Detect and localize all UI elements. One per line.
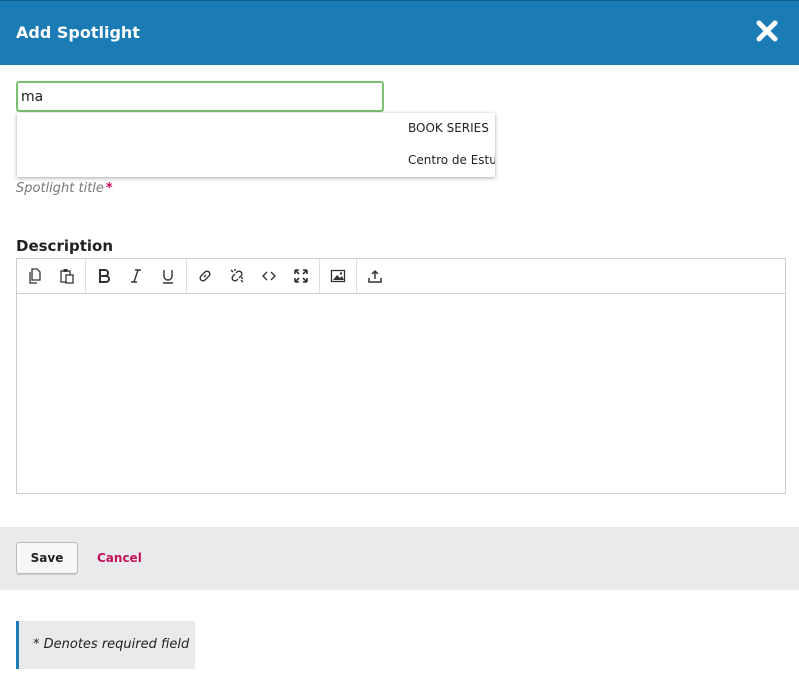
spotlight-title-field[interactable] (16, 81, 384, 112)
dialog-title: Add Spotlight (16, 23, 140, 42)
editor-content-area[interactable] (17, 294, 785, 493)
cancel-link[interactable]: Cancel (97, 551, 142, 565)
save-button[interactable]: Save (16, 542, 78, 574)
editor-toolbar (17, 259, 785, 294)
link-group (187, 259, 320, 293)
autocomplete-dropdown: BOOK SERIES Centro de Estuc (17, 113, 495, 177)
unlink-icon[interactable] (221, 259, 253, 293)
autocomplete-option[interactable]: Centro de Estuc (408, 153, 495, 167)
italic-icon[interactable] (120, 259, 152, 293)
spotlight-title-label: Spotlight title * (16, 181, 113, 196)
spotlight-title-input[interactable] (18, 83, 382, 110)
image-icon[interactable] (322, 259, 354, 293)
description-editor (16, 258, 786, 494)
dialog-footer: Save Cancel (0, 527, 799, 590)
required-marker: * (105, 181, 113, 196)
clipboard-group (17, 259, 86, 293)
image-group (320, 259, 357, 293)
format-group (86, 259, 187, 293)
link-icon[interactable] (189, 259, 221, 293)
dialog-header: Add Spotlight (0, 0, 799, 65)
upload-icon[interactable] (359, 259, 391, 293)
bold-icon[interactable] (88, 259, 120, 293)
fullscreen-icon[interactable] (285, 259, 317, 293)
description-label: Description (16, 237, 114, 255)
copy-icon[interactable] (19, 259, 51, 293)
upload-group (357, 259, 393, 293)
close-icon[interactable] (755, 19, 779, 43)
code-icon[interactable] (253, 259, 285, 293)
required-field-note: * Denotes required field (16, 621, 195, 669)
autocomplete-option[interactable]: BOOK SERIES (408, 121, 489, 135)
underline-icon[interactable] (152, 259, 184, 293)
spotlight-title-label-text: Spotlight title (16, 181, 104, 196)
paste-icon[interactable] (51, 259, 83, 293)
